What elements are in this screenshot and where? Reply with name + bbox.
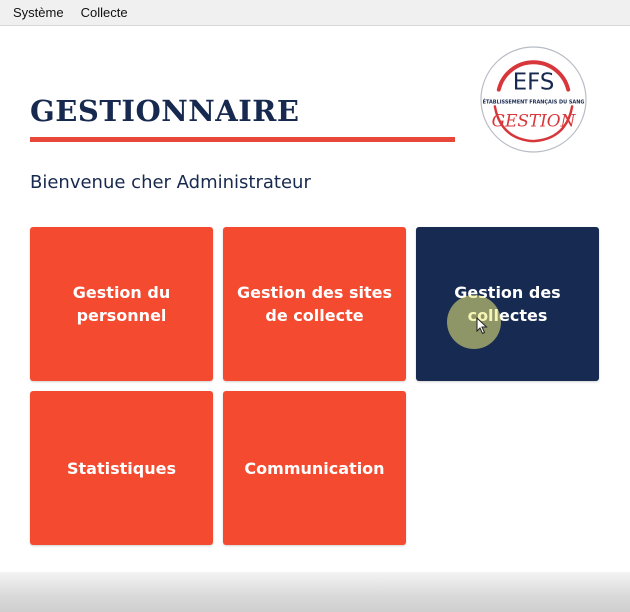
tile-gestion-personnel[interactable]: Gestion du personnel — [30, 227, 213, 381]
tile-communication[interactable]: Communication — [223, 391, 406, 545]
page-title: GESTIONNAIRE — [30, 94, 300, 128]
menu-bar: Système Collecte — [0, 0, 630, 26]
app-window: Système Collecte EFS ÉTABLISSEMENT FRANÇ… — [0, 0, 630, 612]
menu-systeme[interactable]: Système — [8, 0, 72, 26]
window-bottom-bar — [0, 572, 630, 612]
logo-efs-text: EFS — [513, 70, 555, 96]
tile-gestion-sites-collecte[interactable]: Gestion des sites de collecte — [223, 227, 406, 381]
tile-statistiques[interactable]: Statistiques — [30, 391, 213, 545]
title-underline — [30, 137, 455, 142]
tile-statistiques-label: Statistiques — [67, 458, 176, 478]
tile-gestion-personnel-label: Gestion du personnel — [72, 283, 171, 325]
menu-collecte[interactable]: Collecte — [76, 0, 136, 26]
tile-communication-label: Communication — [244, 458, 385, 478]
tile-gestion-collectes[interactable]: Gestion des collectes — [416, 227, 599, 381]
logo-subtitle: ÉTABLISSEMENT FRANÇAIS DU SANG — [483, 97, 585, 105]
tile-gestion-collectes-label: Gestion des collectes — [454, 283, 561, 325]
tile-gestion-sites-collecte-label: Gestion des sites de collecte — [236, 283, 393, 325]
efs-logo: EFS ÉTABLISSEMENT FRANÇAIS DU SANG GESTI… — [480, 46, 587, 153]
welcome-message: Bienvenue cher Administrateur — [30, 172, 311, 193]
